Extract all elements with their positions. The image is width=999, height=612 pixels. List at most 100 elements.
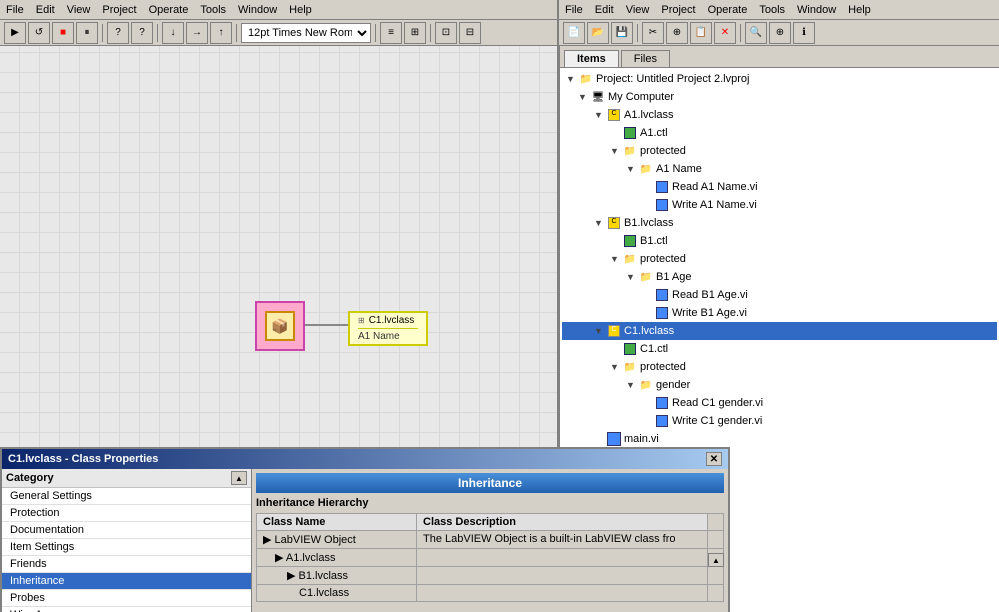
tab-items[interactable]: Items [564,50,619,67]
abort-btn[interactable]: ■ [52,22,74,44]
menu-project-right[interactable]: Project [655,2,701,18]
sidebar-item-wireappearance[interactable]: Wire Appearance [2,607,251,612]
save-btn[interactable]: 💾 [611,22,633,44]
sidebar-item-general[interactable]: General Settings [2,488,251,505]
dialog-close-button[interactable]: ✕ [706,452,722,466]
class-properties-dialog: C1.lvclass - Class Properties ✕ Category… [0,447,730,612]
expand-labviewobj[interactable]: ▶ [263,534,275,546]
menu-edit-left[interactable]: Edit [30,2,61,18]
table-row-a1[interactable]: ▶ A1.lvclass [257,549,724,567]
paste-btn[interactable]: 📋 [690,22,712,44]
expand-a1class[interactable]: ▼ [594,110,604,120]
expand-a1name[interactable]: ▼ [626,164,636,174]
expand-root[interactable]: ▼ [566,74,576,84]
run-cont-btn[interactable]: ↺ [28,22,50,44]
menu-help-left[interactable]: Help [283,2,318,18]
tree-item-c1protected[interactable]: ▼ 📁 protected [562,358,997,376]
menu-window-right[interactable]: Window [791,2,842,18]
pause-btn[interactable]: ⏸ [76,22,98,44]
font-selector[interactable]: 12pt Times New Roman [241,23,371,43]
tree-item-a1nameread[interactable]: ▶ Read A1 Name.vi [562,178,997,196]
tree-item-b1ctl[interactable]: ▶ B1.ctl [562,232,997,250]
classname-labviewobj: ▶ LabVIEW Object [257,531,417,549]
tree-item-a1class[interactable]: ▼ C A1.lvclass [562,106,997,124]
table-row-c1[interactable]: C1.lvclass [257,585,724,602]
expand-a1[interactable]: ▶ [275,552,286,564]
a1class-icon: C [606,107,622,123]
expand-c1class[interactable]: ▼ [594,326,604,336]
tree-item-a1namewrite[interactable]: ▶ Write A1 Name.vi [562,196,997,214]
tree-item-b1class[interactable]: ▼ C B1.lvclass [562,214,997,232]
tree-item-c1gender[interactable]: ▼ 📁 gender [562,376,997,394]
tree-item-c1class[interactable]: ▼ C C1.lvclass [562,322,997,340]
resize-btn[interactable]: ⊡ [435,22,457,44]
sidebar-item-protection[interactable]: Protection [2,505,251,522]
tree-item-c1genderread[interactable]: ▶ Read C1 gender.vi [562,394,997,412]
ctx-help-btn[interactable]: ? [131,22,153,44]
expand-c1protected[interactable]: ▼ [610,362,620,372]
distribute-btn[interactable]: ⊞ [404,22,426,44]
table-scroll-up-btn[interactable]: ▲ [708,553,724,567]
menu-file-right[interactable]: File [559,2,589,18]
menu-tools-left[interactable]: Tools [194,2,232,18]
sidebar-item-friends[interactable]: Friends [2,556,251,573]
reorder-btn[interactable]: ⊟ [459,22,481,44]
tree-item-c1genderwrite[interactable]: ▶ Write C1 gender.vi [562,412,997,430]
tree-item-mycomputer[interactable]: ▼ 🖥 My Computer [562,88,997,106]
expand-b1class[interactable]: ▼ [594,218,604,228]
info-btn[interactable]: ℹ [793,22,815,44]
class-block[interactable]: ⊞ C1.lvclass A1 Name [348,311,428,346]
tab-files[interactable]: Files [621,50,670,67]
sidebar-scroll-up[interactable]: ▲ [231,471,247,485]
step-over-btn[interactable]: → [186,22,208,44]
align-btn[interactable]: ≡ [380,22,402,44]
delete-btn[interactable]: ✕ [714,22,736,44]
menu-help-right[interactable]: Help [842,2,877,18]
tree-item-b1protected[interactable]: ▼ 📁 protected [562,250,997,268]
sidebar-item-itemsettings[interactable]: Item Settings [2,539,251,556]
expand-b1age[interactable]: ▼ [626,272,636,282]
find-btn[interactable]: ⊕ [769,22,791,44]
tree-item-c1ctl[interactable]: ▶ C1.ctl [562,340,997,358]
run-btn[interactable]: ▶ [4,22,26,44]
menu-file-left[interactable]: File [0,2,30,18]
help-btn[interactable]: ? [107,22,129,44]
expand-mycomputer[interactable]: ▼ [578,92,588,102]
menu-operate-right[interactable]: Operate [702,2,754,18]
menu-operate-left[interactable]: Operate [143,2,195,18]
step-into-btn[interactable]: ↓ [162,22,184,44]
expand-a1protected[interactable]: ▼ [610,146,620,156]
sidebar-item-probes[interactable]: Probes [2,590,251,607]
col-classdesc: Class Description [417,514,708,531]
expand-b1[interactable]: ▶ [287,570,299,582]
classdesc-a1 [417,549,708,567]
menu-tools-right[interactable]: Tools [753,2,791,18]
menu-edit-right[interactable]: Edit [589,2,620,18]
menu-project-left[interactable]: Project [96,2,142,18]
vi-block[interactable]: 📦 [255,301,305,351]
tree-item-a1name[interactable]: ▼ 📁 A1 Name [562,160,997,178]
menu-window-left[interactable]: Window [232,2,283,18]
tree-item-b1agewrite[interactable]: ▶ Write B1 Age.vi [562,304,997,322]
table-row-labviewobj[interactable]: ▶ LabVIEW Object The LabVIEW Object is a… [257,531,724,549]
cut-btn[interactable]: ✂ [642,22,664,44]
menu-view-left[interactable]: View [61,2,97,18]
menu-view-right[interactable]: View [620,2,656,18]
tree-item-b1age[interactable]: ▼ 📁 B1 Age [562,268,997,286]
tree-item-mainvi[interactable]: ▶ main.vi [562,430,997,448]
search-btn[interactable]: 🔍 [745,22,767,44]
step-out-btn[interactable]: ↑ [210,22,232,44]
expand-b1protected[interactable]: ▼ [610,254,620,264]
new-vi-btn[interactable]: 📄 [563,22,585,44]
tree-item-a1protected[interactable]: ▼ 📁 protected [562,142,997,160]
tree-item-a1ctl[interactable]: ▶ A1.ctl [562,124,997,142]
tree-item-b1ageread[interactable]: ▶ Read B1 Age.vi [562,286,997,304]
sidebar-item-inheritance[interactable]: Inheritance [2,573,251,590]
classdesc-labviewobj: The LabVIEW Object is a built-in LabVIEW… [417,531,708,549]
sidebar-item-documentation[interactable]: Documentation [2,522,251,539]
copy-btn[interactable]: ⊕ [666,22,688,44]
table-row-b1[interactable]: ▶ B1.lvclass [257,567,724,585]
tree-item-root[interactable]: ▼ 📁 Project: Untitled Project 2.lvproj [562,70,997,88]
open-btn[interactable]: 📂 [587,22,609,44]
expand-c1gender[interactable]: ▼ [626,380,636,390]
